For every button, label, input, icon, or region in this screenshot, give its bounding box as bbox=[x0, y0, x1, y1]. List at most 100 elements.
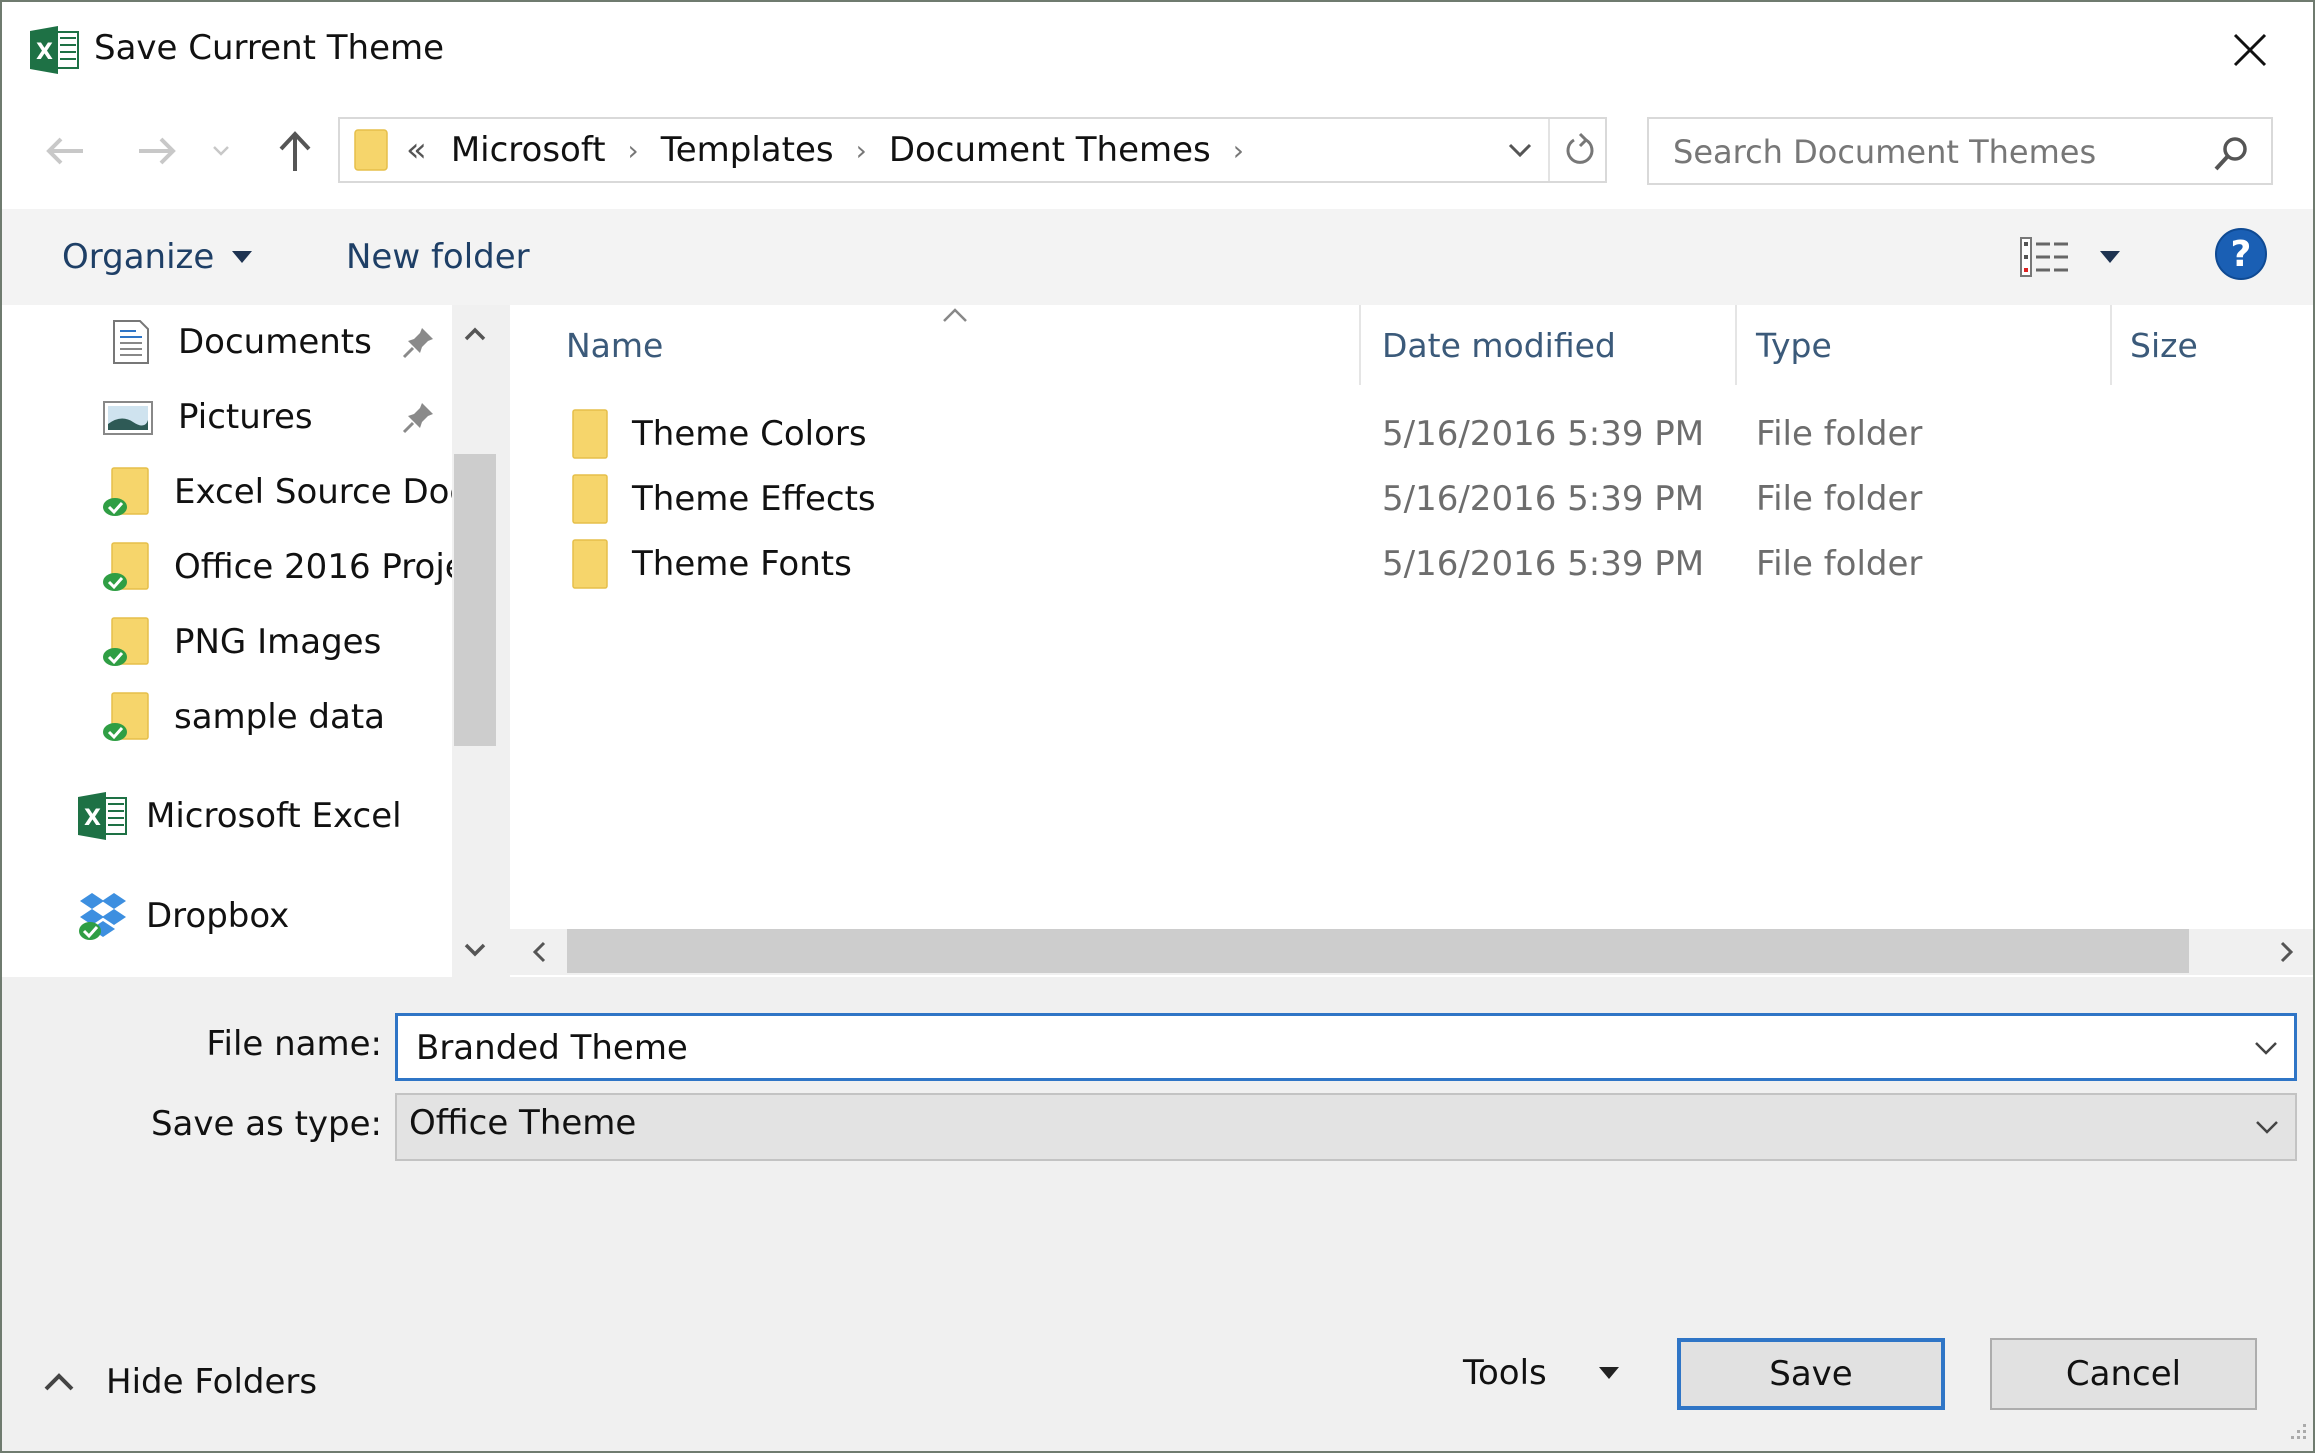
nav-pane-scrollbar-thumb[interactable] bbox=[454, 454, 496, 746]
nav-item-pictures[interactable]: Pictures bbox=[102, 382, 408, 452]
file-name-cell: Theme Fonts bbox=[572, 532, 852, 596]
breadcrumb-document-themes[interactable]: Document Themes bbox=[889, 130, 1211, 170]
up-button[interactable] bbox=[270, 126, 320, 176]
back-arrow-icon bbox=[46, 137, 83, 165]
recent-locations-button[interactable] bbox=[206, 126, 236, 176]
hide-folders-button[interactable]: Hide Folders bbox=[42, 1352, 317, 1412]
scroll-up-button[interactable] bbox=[452, 312, 498, 356]
svg-text:X: X bbox=[36, 40, 53, 65]
breadcrumb-separator-icon[interactable]: › bbox=[856, 134, 867, 167]
pin-icon[interactable] bbox=[402, 400, 436, 434]
refresh-icon bbox=[1566, 132, 1593, 164]
chevron-up-icon bbox=[464, 327, 486, 341]
search-box[interactable] bbox=[1647, 117, 2273, 185]
new-folder-button[interactable]: New folder bbox=[346, 209, 530, 305]
nav-item-excel-source-doc[interactable]: Excel Source Doc bbox=[102, 457, 452, 527]
nav-item-label: Microsoft Excel bbox=[146, 796, 402, 836]
organize-button[interactable]: Organize bbox=[62, 209, 253, 305]
resize-grip-icon[interactable] bbox=[2285, 1422, 2309, 1446]
synced-folder-icon bbox=[103, 467, 149, 516]
nav-item-label: PNG Images bbox=[174, 622, 382, 662]
column-divider[interactable] bbox=[1735, 305, 1737, 385]
nav-item-png-images[interactable]: PNG Images bbox=[102, 607, 452, 677]
file-type: File folder bbox=[1756, 544, 1923, 584]
address-history-dropdown[interactable] bbox=[1492, 119, 1548, 181]
change-view-button[interactable] bbox=[2020, 209, 2120, 305]
file-name: Theme Fonts bbox=[632, 544, 852, 584]
chevron-down-icon bbox=[464, 943, 486, 957]
back-button[interactable] bbox=[40, 126, 90, 176]
file-list: Name Date modified Type Size Theme Color… bbox=[510, 305, 2313, 977]
tools-button[interactable]: Tools bbox=[1463, 1342, 1619, 1404]
chevron-down-icon bbox=[2256, 1121, 2278, 1134]
breadcrumb-separator-icon[interactable]: › bbox=[1233, 134, 1244, 167]
refresh-button[interactable] bbox=[1548, 119, 1607, 181]
column-divider[interactable] bbox=[2110, 305, 2112, 385]
folder-icon bbox=[572, 409, 608, 459]
chevron-left-icon bbox=[532, 941, 546, 963]
dropdown-triangle-icon bbox=[1598, 1367, 1619, 1379]
file-name-input[interactable] bbox=[414, 1022, 2218, 1074]
scroll-right-button[interactable] bbox=[2262, 929, 2312, 975]
nav-item-microsoft-excel[interactable]: X Microsoft Excel bbox=[78, 781, 452, 851]
save-as-type-value: Office Theme bbox=[409, 1103, 637, 1143]
column-header-type[interactable]: Type bbox=[1756, 305, 2096, 385]
chevron-down-icon bbox=[1508, 143, 1532, 158]
file-name-cell: Theme Effects bbox=[572, 467, 876, 531]
search-input[interactable] bbox=[1671, 127, 2195, 177]
scroll-left-button[interactable] bbox=[514, 929, 564, 975]
file-row[interactable]: Theme Colors 5/16/2016 5:39 PM File fold… bbox=[510, 402, 2310, 466]
navigation-pane: Documents Pictures Excel Source Doc Offi… bbox=[2, 305, 452, 977]
file-type: File folder bbox=[1756, 414, 1923, 454]
chevron-down-icon[interactable] bbox=[2248, 1030, 2284, 1066]
dropbox-icon bbox=[79, 893, 126, 940]
file-date: 5/16/2016 5:39 PM bbox=[1382, 479, 1705, 519]
close-button[interactable] bbox=[2222, 24, 2278, 76]
breadcrumb-separator-icon[interactable]: › bbox=[628, 134, 639, 167]
file-date: 5/16/2016 5:39 PM bbox=[1382, 414, 1705, 454]
file-name-label: File name: bbox=[206, 1024, 382, 1064]
file-name: Theme Colors bbox=[632, 414, 867, 454]
breadcrumb-templates[interactable]: Templates bbox=[661, 130, 834, 170]
horizontal-scrollbar-thumb[interactable] bbox=[567, 929, 2189, 973]
column-divider[interactable] bbox=[1359, 305, 1361, 385]
nav-item-office-2016-projects[interactable]: Office 2016 Proje bbox=[102, 532, 452, 602]
chevron-down-icon bbox=[213, 146, 229, 156]
chevron-right-icon bbox=[2280, 941, 2294, 963]
chevron-up-icon bbox=[44, 1373, 74, 1391]
dropdown-triangle-icon[interactable] bbox=[2100, 251, 2120, 263]
synced-folder-icon bbox=[103, 617, 149, 666]
file-date: 5/16/2016 5:39 PM bbox=[1382, 544, 1705, 584]
column-header-name[interactable]: Name bbox=[566, 305, 1366, 385]
documents-icon bbox=[113, 320, 149, 364]
column-header-size[interactable]: Size bbox=[2130, 305, 2280, 385]
details-view-icon bbox=[2020, 237, 2070, 277]
cancel-button[interactable]: Cancel bbox=[1990, 1338, 2257, 1410]
breadcrumb: « Microsoft › Templates › Document Theme… bbox=[406, 127, 1266, 173]
address-bar[interactable]: « Microsoft › Templates › Document Theme… bbox=[338, 117, 1607, 183]
pin-icon[interactable] bbox=[402, 325, 436, 359]
file-row[interactable]: Theme Effects 5/16/2016 5:39 PM File fol… bbox=[510, 467, 2310, 531]
close-icon bbox=[2233, 33, 2267, 67]
column-header-date-modified[interactable]: Date modified bbox=[1382, 305, 1732, 385]
nav-item-label: Excel Source Doc bbox=[174, 472, 452, 512]
save-as-type-select[interactable]: Office Theme bbox=[395, 1093, 2297, 1161]
dropdown-triangle-icon bbox=[232, 251, 253, 263]
nav-item-sample-data[interactable]: sample data bbox=[102, 682, 452, 752]
file-name-field[interactable] bbox=[395, 1013, 2297, 1081]
nav-item-dropbox[interactable]: Dropbox bbox=[78, 881, 452, 951]
scroll-down-button[interactable] bbox=[452, 928, 498, 972]
pane-splitter[interactable] bbox=[498, 305, 510, 977]
breadcrumb-overflow[interactable]: « bbox=[406, 130, 427, 170]
save-button[interactable]: Save bbox=[1677, 1338, 1945, 1410]
hide-folders-label: Hide Folders bbox=[106, 1362, 318, 1402]
nav-item-label: Pictures bbox=[178, 397, 313, 437]
forward-button[interactable] bbox=[132, 126, 182, 176]
tools-label: Tools bbox=[1463, 1353, 1547, 1393]
help-button[interactable]: ? bbox=[2215, 228, 2267, 280]
folder-icon bbox=[572, 539, 608, 589]
nav-item-documents[interactable]: Documents bbox=[108, 307, 408, 377]
file-row[interactable]: Theme Fonts 5/16/2016 5:39 PM File folde… bbox=[510, 532, 2310, 596]
breadcrumb-microsoft[interactable]: Microsoft bbox=[451, 130, 606, 170]
organize-label: Organize bbox=[62, 237, 215, 277]
